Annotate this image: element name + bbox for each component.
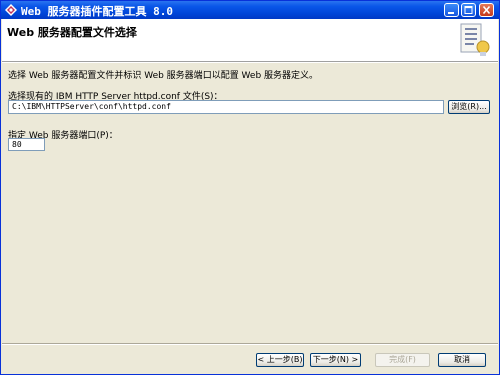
config-file-input[interactable]: C:\IBM\HTTPServer\conf\httpd.conf [8,100,444,114]
header-divider [2,62,498,63]
close-button[interactable] [479,3,494,17]
page-description: 选择 Web 服务器配置文件并标识 Web 服务器端口以配置 Web 服务器定义… [8,71,319,81]
browse-button[interactable]: 浏览(R)... [448,100,490,114]
page-title: Web 服务器配置文件选择 [7,26,137,39]
minimize-button[interactable] [444,3,459,17]
finish-button[interactable]: 完成(F) [375,353,430,367]
next-button[interactable]: 下一步(N) > [310,353,361,367]
app-icon [5,4,17,16]
cancel-button[interactable]: 取消 [438,353,486,367]
footer-divider-highlight [2,344,498,345]
title-bar[interactable]: Web 服务器插件配置工具 8.0 [1,1,499,19]
maximize-icon [464,6,473,14]
maximize-button[interactable] [461,3,476,17]
port-input[interactable]: 80 [8,138,45,151]
close-icon [482,5,491,15]
document-list-icon [460,23,490,56]
window-title: Web 服务器插件配置工具 8.0 [21,5,173,18]
minimize-icon [448,12,454,14]
wizard-header: Web 服务器配置文件选择 [2,19,498,62]
back-button[interactable]: < 上一步(B) [256,353,304,367]
wizard-window: Web 服务器插件配置工具 8.0 Web 服务器配置文件选择 选择 Web 服… [0,0,500,375]
